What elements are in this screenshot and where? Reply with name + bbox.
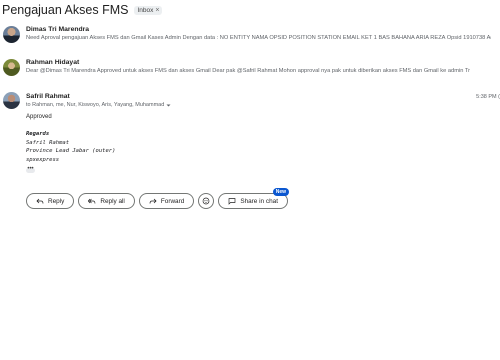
reply-all-label: Reply all	[100, 197, 125, 205]
collapsed-message-1[interactable]: Dimas Tri Marendra Need Aproval pengajua…	[0, 22, 500, 50]
forward-button[interactable]: Forward	[138, 193, 195, 209]
avatar	[3, 92, 20, 109]
avatar	[3, 26, 20, 43]
signature-role: Province Lead Jabar (outer)	[26, 148, 116, 154]
sender-name: Dimas Tri Marendra	[26, 26, 90, 33]
message-time: 5:38 PM (	[476, 94, 500, 100]
emoji-icon	[202, 197, 210, 205]
reply-all-button[interactable]: Reply all	[78, 193, 135, 209]
share-in-chat-button[interactable]: Share in chat New	[218, 188, 289, 209]
inbox-label-chip[interactable]: Inbox ×	[134, 5, 163, 15]
collapsed-message-2[interactable]: Rahman Hidayat Dear @Dimas Tri Marendra …	[0, 56, 500, 84]
recipients-line[interactable]: to Rahman, me, Nur, Kiswoyo, Aris, Yayan…	[26, 102, 171, 108]
show-trimmed-content-button[interactable]: •••	[26, 166, 35, 173]
avatar	[3, 59, 20, 76]
thread-header: Pengajuan Akses FMS Inbox ×	[2, 3, 163, 17]
recipients-text: to Rahman, me, Nur, Kiswoyo, Aris, Yayan…	[26, 102, 165, 108]
inbox-label-text: Inbox	[137, 6, 154, 14]
thread-subject: Pengajuan Akses FMS	[2, 3, 129, 17]
sender-name: Safril Rahmat	[26, 93, 70, 100]
signature-company: spxexpress	[26, 157, 60, 163]
signature-regards: Regards	[26, 131, 50, 137]
share-in-chat-label: Share in chat	[240, 197, 278, 205]
signature-name: Safril Rahmat	[26, 140, 70, 146]
reply-icon	[36, 198, 44, 204]
expanded-message: Safril Rahmat 5:38 PM ( to Rahman, me, N…	[0, 90, 500, 180]
reply-all-icon	[88, 198, 96, 204]
message-snippet: Dear @Dimas Tri Marendra Approved untuk …	[26, 68, 470, 74]
chevron-down-icon[interactable]	[166, 103, 171, 108]
chat-icon	[228, 198, 236, 205]
reply-button[interactable]: Reply	[26, 193, 75, 209]
forward-label: Forward	[160, 197, 185, 205]
sender-name: Rahman Hidayat	[26, 59, 80, 66]
message-actions: Reply Reply all Forward Share in chat Ne…	[26, 188, 289, 209]
new-badge: New	[272, 188, 289, 196]
message-body: Approved	[26, 114, 52, 120]
reply-label: Reply	[48, 197, 65, 205]
emoji-reaction-button[interactable]	[198, 193, 215, 209]
remove-label-icon[interactable]: ×	[155, 7, 159, 14]
forward-icon	[149, 198, 157, 204]
message-snippet: Need Aproval pengajuan Akses FMS dan Gma…	[26, 35, 491, 41]
